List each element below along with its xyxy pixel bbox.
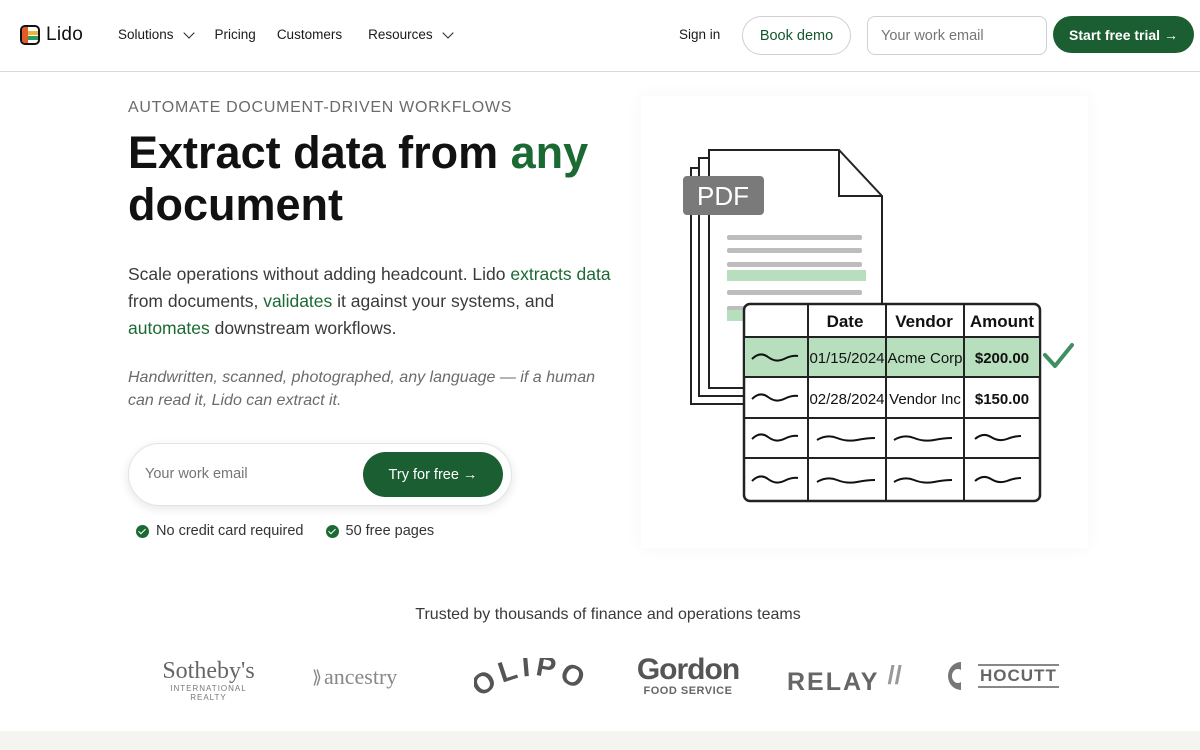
table-header-amount: Amount [970, 312, 1035, 331]
row2-vendor: Vendor Inc [889, 391, 961, 408]
headline-accent: any [510, 127, 589, 178]
book-demo-button[interactable]: Book demo [742, 16, 851, 55]
hero-note: Handwritten, scanned, photographed, any … [128, 369, 595, 409]
start-free-trial-button[interactable]: Start free trial → [1053, 16, 1194, 53]
hero-eyebrow: AUTOMATE DOCUMENT-DRIVEN WORKFLOWS [128, 99, 513, 116]
document-extraction-illustration: PDF Date Vendor Amount 01/15/2024 Acme C… [641, 96, 1088, 548]
headline-part2: document [128, 179, 344, 230]
row2-amount: $150.00 [975, 391, 1029, 408]
subtext-highlight: extracts data [510, 264, 611, 284]
benefit-item: No credit card required [136, 523, 304, 539]
svg-text:OLIPOP: OLIPOP [474, 658, 584, 702]
work-email-input[interactable] [145, 466, 345, 482]
subtext-highlight: automates [128, 318, 210, 338]
check-circle-icon [325, 524, 339, 538]
benefit-label: No credit card required [156, 523, 304, 539]
subtext-segment: downstream workflows. [209, 318, 397, 338]
validated-check-icon [1043, 343, 1074, 368]
subtext-segment: it against your systems, and [332, 291, 555, 311]
pdf-badge-label: PDF [697, 181, 749, 211]
hocutt-emblem-icon [948, 662, 961, 690]
nav-links: Solutions Pricing Customers Resources [118, 26, 454, 42]
gordon-logo: Gordon FOOD SERVICE [636, 653, 740, 697]
row2-date: 02/28/2024 [809, 391, 884, 408]
logo-text: Lido [46, 24, 84, 45]
headline-part1: Extract data from [128, 127, 511, 178]
subtext-highlight: validates [263, 291, 333, 311]
nav-pricing[interactable]: Pricing [215, 27, 256, 42]
row1-amount: $200.00 [975, 350, 1029, 367]
ancestry-logo: ⟫ ancestry [312, 664, 398, 689]
nav-pricing-label: Pricing [214, 27, 256, 42]
chevron-down-icon [182, 26, 195, 39]
lido-logo[interactable]: Lido [20, 24, 83, 46]
table-header-date: Date [827, 312, 864, 331]
email-signup-form: Try for free → [128, 443, 512, 506]
subtext-segment: Scale operations without adding headcoun… [128, 264, 511, 284]
hero-headline: Extract data from any document [128, 127, 628, 231]
lido-logo-icon [20, 25, 40, 45]
next-section-band [0, 731, 1200, 750]
extraction-illustration-svg: PDF Date Vendor Amount 01/15/2024 Acme C… [683, 149, 1074, 503]
olipop-wordmark: OLIPOP [462, 633, 589, 703]
nav-customers[interactable]: Customers [277, 27, 342, 42]
nav-resources[interactable]: Resources [368, 26, 454, 42]
trusted-by-heading: Trusted by thousands of finance and oper… [415, 606, 801, 623]
slash-mark-icon: // [887, 660, 902, 690]
relay-logo: RELAY // [787, 660, 902, 696]
customer-logos: Sotheby's INTERNATIONAL REALTY ⟫ ancestr… [140, 633, 1080, 710]
nav-resources-label: Resources [368, 27, 433, 42]
chevron-down-icon [441, 26, 454, 39]
top-navigation: Lido Solutions Pricing Customers Resourc… [0, 0, 1200, 72]
hero-subtext: Scale operations without adding headcoun… [128, 261, 618, 342]
leaf-icon: ⟫ [312, 666, 323, 687]
nav-solutions-label: Solutions [118, 27, 174, 42]
row1-date: 01/15/2024 [809, 350, 884, 367]
row1-vendor: Acme Corp [887, 350, 962, 367]
nav-email-input[interactable] [867, 16, 1047, 55]
signup-benefits: No credit card required 50 free pages [136, 523, 434, 539]
nav-solutions[interactable]: Solutions [118, 26, 195, 42]
table-header-vendor: Vendor [895, 312, 953, 331]
sign-in-link[interactable]: Sign in [679, 27, 720, 42]
check-circle-icon [136, 524, 149, 538]
subtext-segment: from documents, [128, 291, 264, 311]
benefit-item: 50 free pages [325, 523, 435, 539]
benefit-label: 50 free pages [345, 523, 435, 539]
olipop-logo: OLIPOP [462, 633, 589, 707]
hocutt-logo: HOCUTT [948, 660, 1059, 692]
sothebys-logo: Sotheby's INTERNATIONAL REALTY [162, 658, 255, 702]
try-for-free-button[interactable]: Try for free → [363, 452, 503, 497]
nav-customers-label: Customers [276, 27, 343, 42]
